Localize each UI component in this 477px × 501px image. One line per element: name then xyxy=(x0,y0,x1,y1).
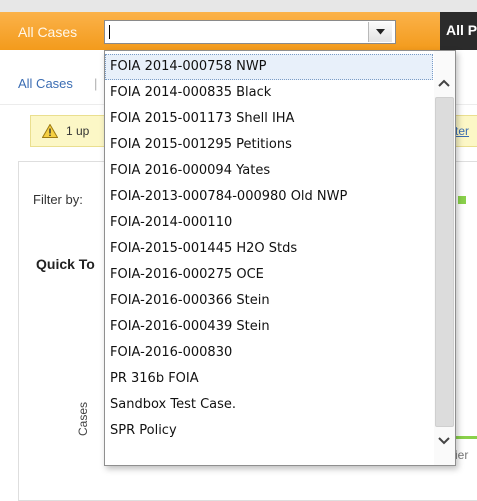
chevron-down-icon[interactable] xyxy=(438,437,450,445)
tab-all-cases[interactable]: All Cases xyxy=(18,24,77,40)
dropdown-option[interactable]: Sandbox Test Case. xyxy=(105,392,433,418)
chart-y-axis: Cases xyxy=(76,400,94,440)
chart-legend-label: ier xyxy=(455,448,469,462)
dropdown-option[interactable]: SPR Policy xyxy=(105,418,433,444)
scrollbar-thumb[interactable] xyxy=(435,97,454,427)
case-dropdown-list: FOIA 2014-000758 NWP FOIA 2014-000835 Bl… xyxy=(104,50,456,466)
chevron-down-icon xyxy=(376,29,385,35)
dropdown-option[interactable]: FOIA-2014-000110 xyxy=(105,210,433,236)
dropdown-option[interactable]: FOIA-2015-001445 H2O Stds xyxy=(105,236,433,262)
warning-icon xyxy=(41,123,59,141)
dropdown-option[interactable]: FOIA-2016-000275 OCE xyxy=(105,262,433,288)
filter-label: Filter by: xyxy=(33,192,83,207)
dropdown-option[interactable]: FOIA 2015-001173 Shell IHA xyxy=(105,106,433,132)
breadcrumb-all-cases[interactable]: All Cases xyxy=(18,76,73,91)
dropdown-option[interactable]: FOIA 2015-001295 Petitions xyxy=(105,132,433,158)
tab-all-p[interactable]: All P xyxy=(446,22,477,38)
text-cursor xyxy=(109,25,110,39)
dropdown-option[interactable]: FOIA 2016-000094 Yates xyxy=(105,158,433,184)
dropdown-scrollbar[interactable] xyxy=(434,51,455,465)
dropdown-option[interactable]: FOIA-2016-000439 Stein xyxy=(105,314,433,340)
breadcrumb-separator: | xyxy=(94,76,98,91)
dropdown-option[interactable]: PR 316b FOIA xyxy=(105,366,433,392)
select-dropdown-button[interactable] xyxy=(368,22,392,42)
dropdown-options: FOIA 2014-000758 NWP FOIA 2014-000835 Bl… xyxy=(105,54,433,444)
dropdown-option[interactable]: FOIA 2014-000758 NWP xyxy=(105,54,433,80)
dropdown-option[interactable]: FOIA-2016-000366 Stein xyxy=(105,288,433,314)
dropdown-option[interactable]: FOIA 2014-000835 Black xyxy=(105,80,433,106)
chart-ylabel: Cases xyxy=(76,401,91,437)
notice-link[interactable]: ter xyxy=(455,124,469,138)
dropdown-option[interactable]: FOIA-2013-000784-000980 Old NWP xyxy=(105,184,433,210)
chevron-up-icon[interactable] xyxy=(438,79,450,87)
case-select-input[interactable] xyxy=(104,20,396,44)
notice-text: 1 up xyxy=(66,124,90,138)
dropdown-option[interactable]: FOIA-2016-000830 xyxy=(105,340,433,366)
quick-tools-title: Quick To xyxy=(36,256,95,272)
status-indicator xyxy=(458,196,466,204)
